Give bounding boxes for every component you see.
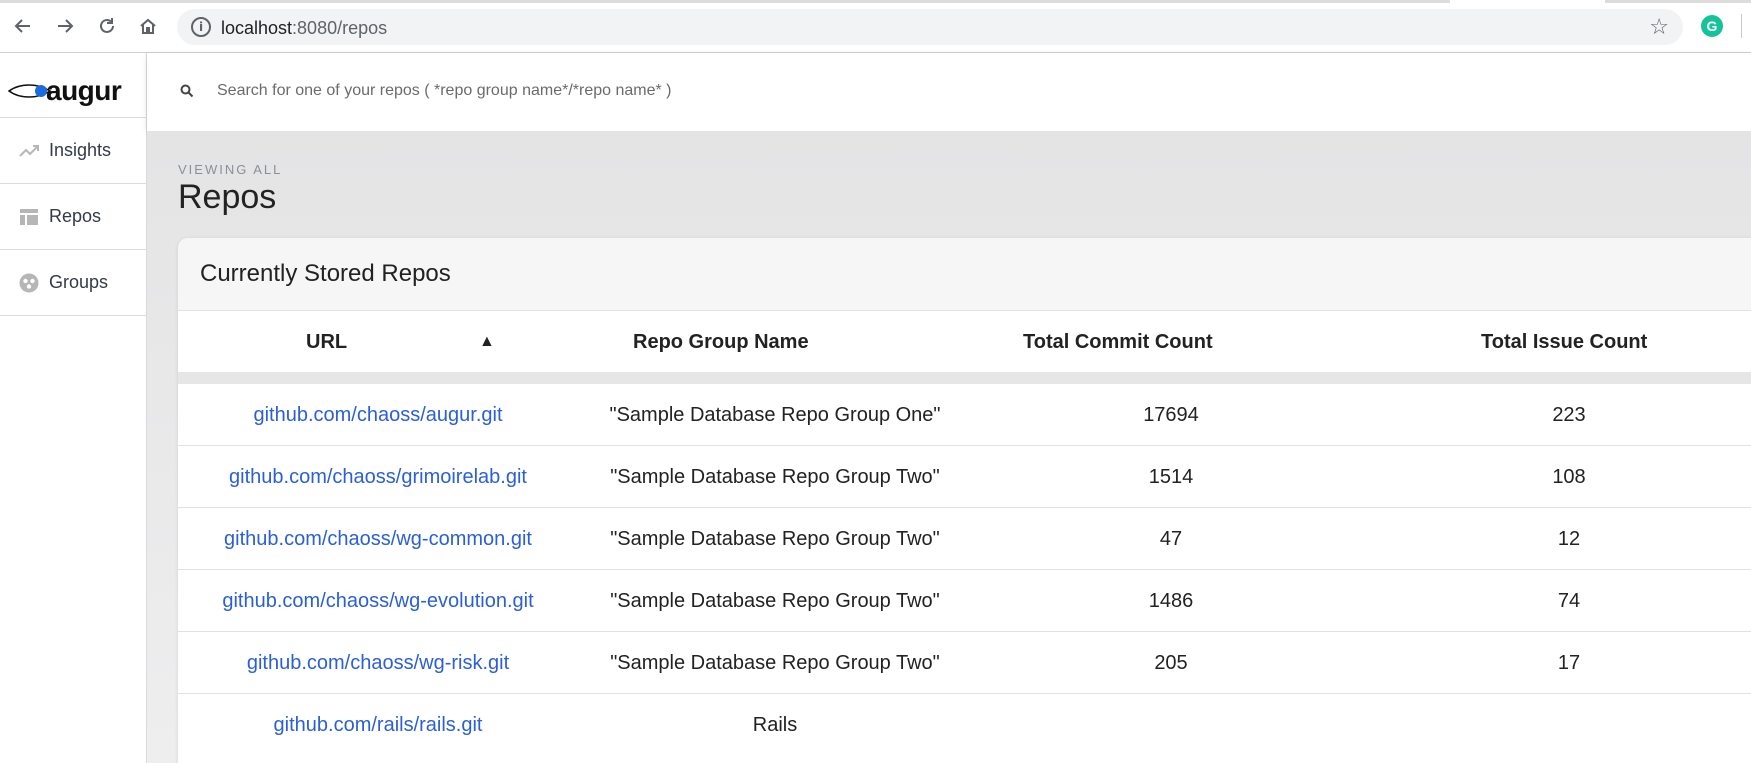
sidebar-item-insights[interactable]: Insights [0,118,147,183]
card-title: Currently Stored Repos [200,260,451,287]
table-row: github.com/chaoss/grimoirelab.git "Sampl… [178,446,1751,508]
arrow-right-icon [58,19,74,33]
sidebar-divider [0,315,147,316]
search-bar [147,53,1751,131]
back-button[interactable] [10,13,36,39]
home-icon [140,18,156,34]
augur-logo[interactable]: augur [8,73,138,113]
search-input[interactable] [217,75,1117,107]
repo-group-cell: "Sample Database Repo Group Two" [610,528,940,550]
commit-count-cell: 17694 [1143,404,1199,426]
issue-count-cell: 223 [1552,404,1586,426]
sidebar: augur Insights Repos Groups [0,53,147,763]
issue-count-cell: 74 [1557,590,1581,612]
card-header: Currently Stored Repos [178,238,1751,311]
logo-wordmark: augur [46,75,122,106]
sidebar-item-groups[interactable]: Groups [0,250,147,315]
repo-url-link[interactable]: github.com/chaoss/grimoirelab.git [229,466,527,489]
address-bar[interactable]: i localhost:8080/repos ☆ [177,9,1683,45]
repo-url-link[interactable]: github.com/rails/rails.git [274,714,483,737]
repo-group-cell: "Sample Database Repo Group One" [609,404,941,426]
table-header-divider [178,372,1751,384]
repo-url-link[interactable]: github.com/chaoss/wg-risk.git [247,652,509,675]
url-path: :8080/repos [292,18,388,38]
page-title: Repos [178,178,277,216]
site-info-icon[interactable]: i [191,17,211,37]
column-header-repo-group-name[interactable]: Repo Group Name [633,331,809,354]
repos-card: Currently Stored Repos URL ▲ Repo Group … [178,238,1751,763]
table-header: URL ▲ Repo Group Name Total Commit Count… [178,311,1751,372]
repo-group-cell: "Sample Database Repo Group Two" [610,590,940,612]
trending-up-icon [18,140,40,162]
repo-url-link[interactable]: github.com/chaoss/wg-common.git [224,528,532,551]
sort-ascending-icon[interactable]: ▲ [479,333,495,351]
reload-icon [100,18,114,33]
sidebar-item-label: Repos [49,206,102,226]
url-host: localhost [221,18,293,38]
group-icon [18,272,40,294]
extension-badge-label: G [1706,18,1718,34]
repo-url-link[interactable]: github.com/chaoss/wg-evolution.git [222,590,533,613]
page-eyebrow: VIEWING ALL [178,162,283,177]
issue-count-cell: 108 [1552,466,1586,488]
toolbar-divider [1741,14,1742,38]
commit-count-cell: 1486 [1148,590,1194,612]
bookmark-star-icon[interactable]: ☆ [1649,14,1669,40]
arrow-left-icon [14,19,30,33]
repo-group-cell: Rails [752,714,798,736]
column-header-url[interactable]: URL [306,331,347,354]
grammarly-extension-icon[interactable]: G [1701,15,1723,37]
forward-button[interactable] [52,13,78,39]
search-icon [180,84,194,98]
column-header-total-issue-count[interactable]: Total Issue Count [1481,331,1647,354]
sidebar-item-repos[interactable]: Repos [0,184,147,249]
repo-url-link[interactable]: github.com/chaoss/augur.git [253,404,502,427]
issue-count-cell: 12 [1557,528,1581,550]
sidebar-item-label: Groups [49,272,109,292]
column-header-total-commit-count[interactable]: Total Commit Count [1023,331,1213,354]
repo-group-cell: "Sample Database Repo Group Two" [610,466,940,488]
repo-group-cell: "Sample Database Repo Group Two" [610,652,940,674]
commit-count-cell: 47 [1159,528,1183,550]
reload-button[interactable] [94,13,120,39]
main-content: VIEWING ALL Repos Currently Stored Repos… [147,131,1751,763]
home-button[interactable] [135,13,161,39]
browser-toolbar: i localhost:8080/repos ☆ G [0,0,1751,53]
sidebar-item-label: Insights [49,140,112,160]
table-row: github.com/rails/rails.git Rails [178,694,1751,756]
tab-strip-line [0,0,1751,3]
commit-count-cell: 1514 [1148,466,1194,488]
table-row: github.com/chaoss/wg-common.git "Sample … [178,508,1751,570]
table-row: github.com/chaoss/wg-evolution.git "Samp… [178,570,1751,632]
table-row: github.com/chaoss/augur.git "Sample Data… [178,384,1751,446]
commit-count-cell: 205 [1154,652,1188,674]
address-url: localhost:8080/repos [221,18,387,39]
table-row: github.com/chaoss/wg-risk.git "Sample Da… [178,632,1751,694]
table-icon [18,206,40,228]
issue-count-cell: 17 [1557,652,1581,674]
